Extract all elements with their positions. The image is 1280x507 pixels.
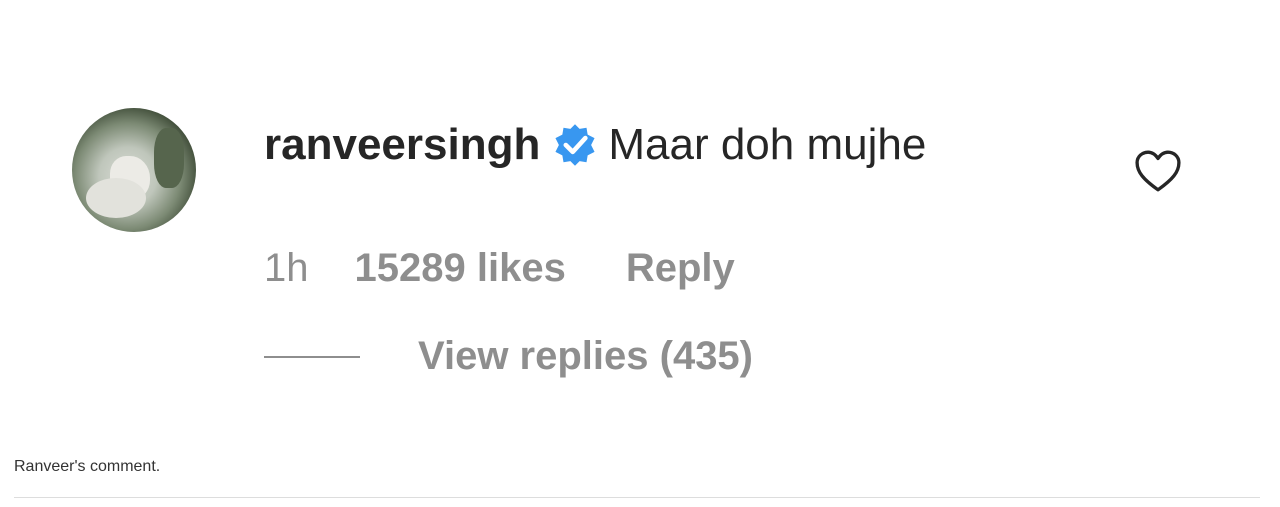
- bottom-divider: [14, 497, 1260, 498]
- divider-dash: [264, 355, 360, 358]
- comment-timestamp: 1h: [264, 246, 309, 290]
- view-replies-row[interactable]: View replies (435): [264, 334, 753, 379]
- view-replies-button[interactable]: View replies (435): [418, 334, 753, 379]
- heart-outline-icon[interactable]: [1132, 148, 1184, 194]
- avatar[interactable]: [72, 108, 196, 232]
- comment-text: Maar doh mujhe: [608, 120, 927, 169]
- comment-item: ranveersingh Maar doh mujhe 1h 15289 lik…: [72, 108, 1212, 408]
- verified-badge-icon: [555, 124, 595, 166]
- image-caption: Ranveer's comment.: [14, 458, 161, 475]
- comment-header: ranveersingh Maar doh mujhe: [264, 120, 926, 170]
- comment-meta: 1h 15289 likes Reply: [264, 246, 735, 291]
- reply-button[interactable]: Reply: [626, 246, 735, 291]
- username-link[interactable]: ranveersingh: [264, 120, 540, 170]
- likes-count[interactable]: 15289 likes: [355, 246, 566, 291]
